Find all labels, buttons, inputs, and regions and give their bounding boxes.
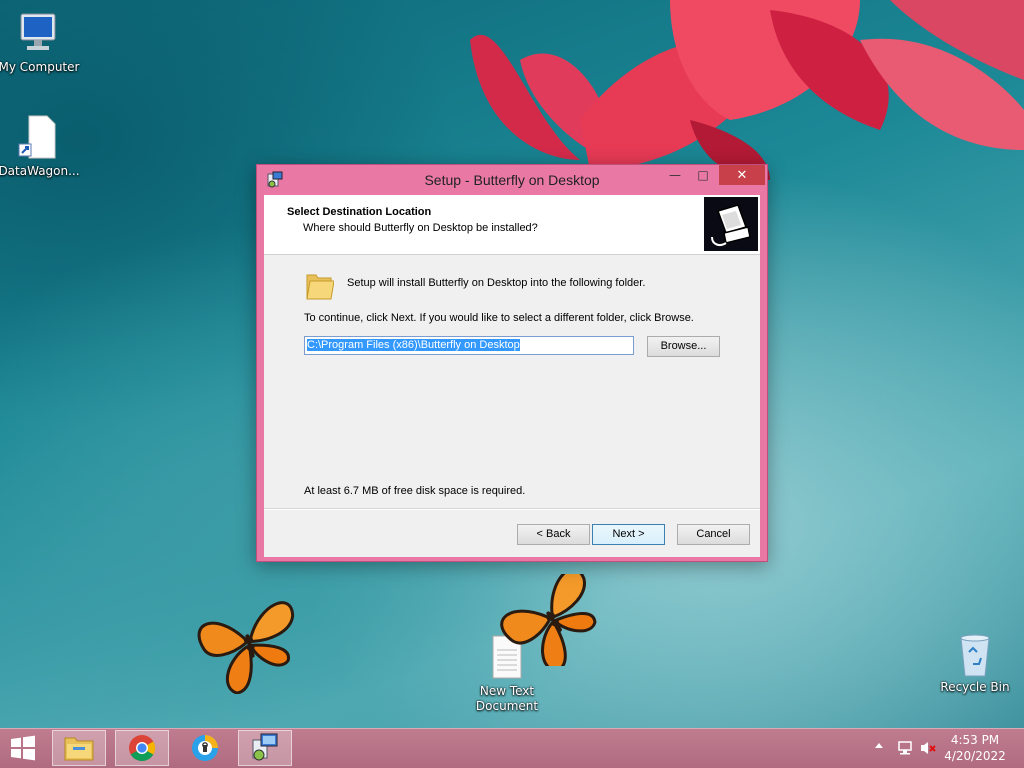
setup-icon [252, 733, 278, 761]
dialog-client-area: Select Destination Location Where should… [264, 195, 760, 557]
butterfly-right [500, 574, 597, 666]
taskbar-chrome[interactable] [115, 730, 169, 766]
footer-separator [264, 508, 760, 510]
folder-icon [306, 274, 334, 300]
document-shortcut-icon [18, 115, 56, 159]
recycle-bin-shortcut[interactable]: Recycle Bin [933, 630, 1017, 695]
install-info-text: Setup will install Butterfly on Desktop … [347, 277, 646, 289]
start-button[interactable] [8, 734, 42, 762]
taskbar: 4:53 PM 4/20/2022 [0, 728, 1024, 768]
volume-muted-icon[interactable] [919, 740, 937, 756]
next-button[interactable]: Next > [592, 524, 665, 545]
maximize-button[interactable]: □ [689, 165, 717, 185]
close-button[interactable]: ✕ [719, 165, 765, 185]
recycle-bin-label: Recycle Bin [940, 680, 1010, 694]
new-text-document-label: New Text Document [475, 684, 539, 713]
clock-time: 4:53 PM [950, 733, 1000, 747]
continue-instruction-text: To continue, click Next. If you would li… [304, 312, 694, 324]
my-computer-label: My Computer [0, 60, 80, 74]
chrome-icon [129, 735, 156, 762]
recycle-bin-icon [960, 634, 990, 677]
back-button[interactable]: < Back [517, 524, 590, 545]
computer-icon [20, 13, 56, 50]
datawagon-label: DataWagon... [0, 164, 80, 178]
clock-date: 4/20/2022 [944, 749, 1006, 763]
system-clock[interactable]: 4:53 PM 4/20/2022 [940, 732, 1010, 764]
disk-space-text: At least 6.7 MB of free disk space is re… [304, 485, 526, 497]
page-subtitle: Where should Butterfly on Desktop be ins… [303, 222, 538, 234]
wizard-computer-icon [704, 197, 758, 251]
page-title: Select Destination Location [287, 206, 432, 218]
my-computer-shortcut[interactable]: My Computer [0, 10, 81, 75]
show-hidden-icons-icon[interactable] [875, 743, 883, 748]
cancel-button[interactable]: Cancel [677, 524, 750, 545]
browser-icon [192, 735, 218, 761]
taskbar-setup[interactable] [238, 730, 292, 766]
taskbar-browser[interactable] [178, 730, 232, 766]
destination-path-value: C:\Program Files (x86)\Butterfly on Desk… [307, 339, 520, 351]
minimize-button[interactable]: — [661, 165, 689, 185]
wizard-header: Select Destination Location Where should… [264, 195, 760, 255]
datawagon-shortcut[interactable]: DataWagon... [0, 114, 81, 179]
taskbar-file-explorer[interactable] [52, 730, 106, 766]
browse-button[interactable]: Browse... [647, 336, 720, 357]
dialog-titlebar[interactable]: Setup - Butterfly on Desktop — □ ✕ [257, 165, 767, 195]
setup-dialog: Setup - Butterfly on Desktop — □ ✕ Selec… [256, 164, 768, 562]
destination-path-input[interactable]: C:\Program Files (x86)\Butterfly on Desk… [304, 336, 634, 355]
butterfly-left [197, 601, 295, 694]
folder-icon [64, 737, 94, 761]
network-icon[interactable] [897, 740, 913, 756]
windows-logo-icon [11, 735, 35, 761]
